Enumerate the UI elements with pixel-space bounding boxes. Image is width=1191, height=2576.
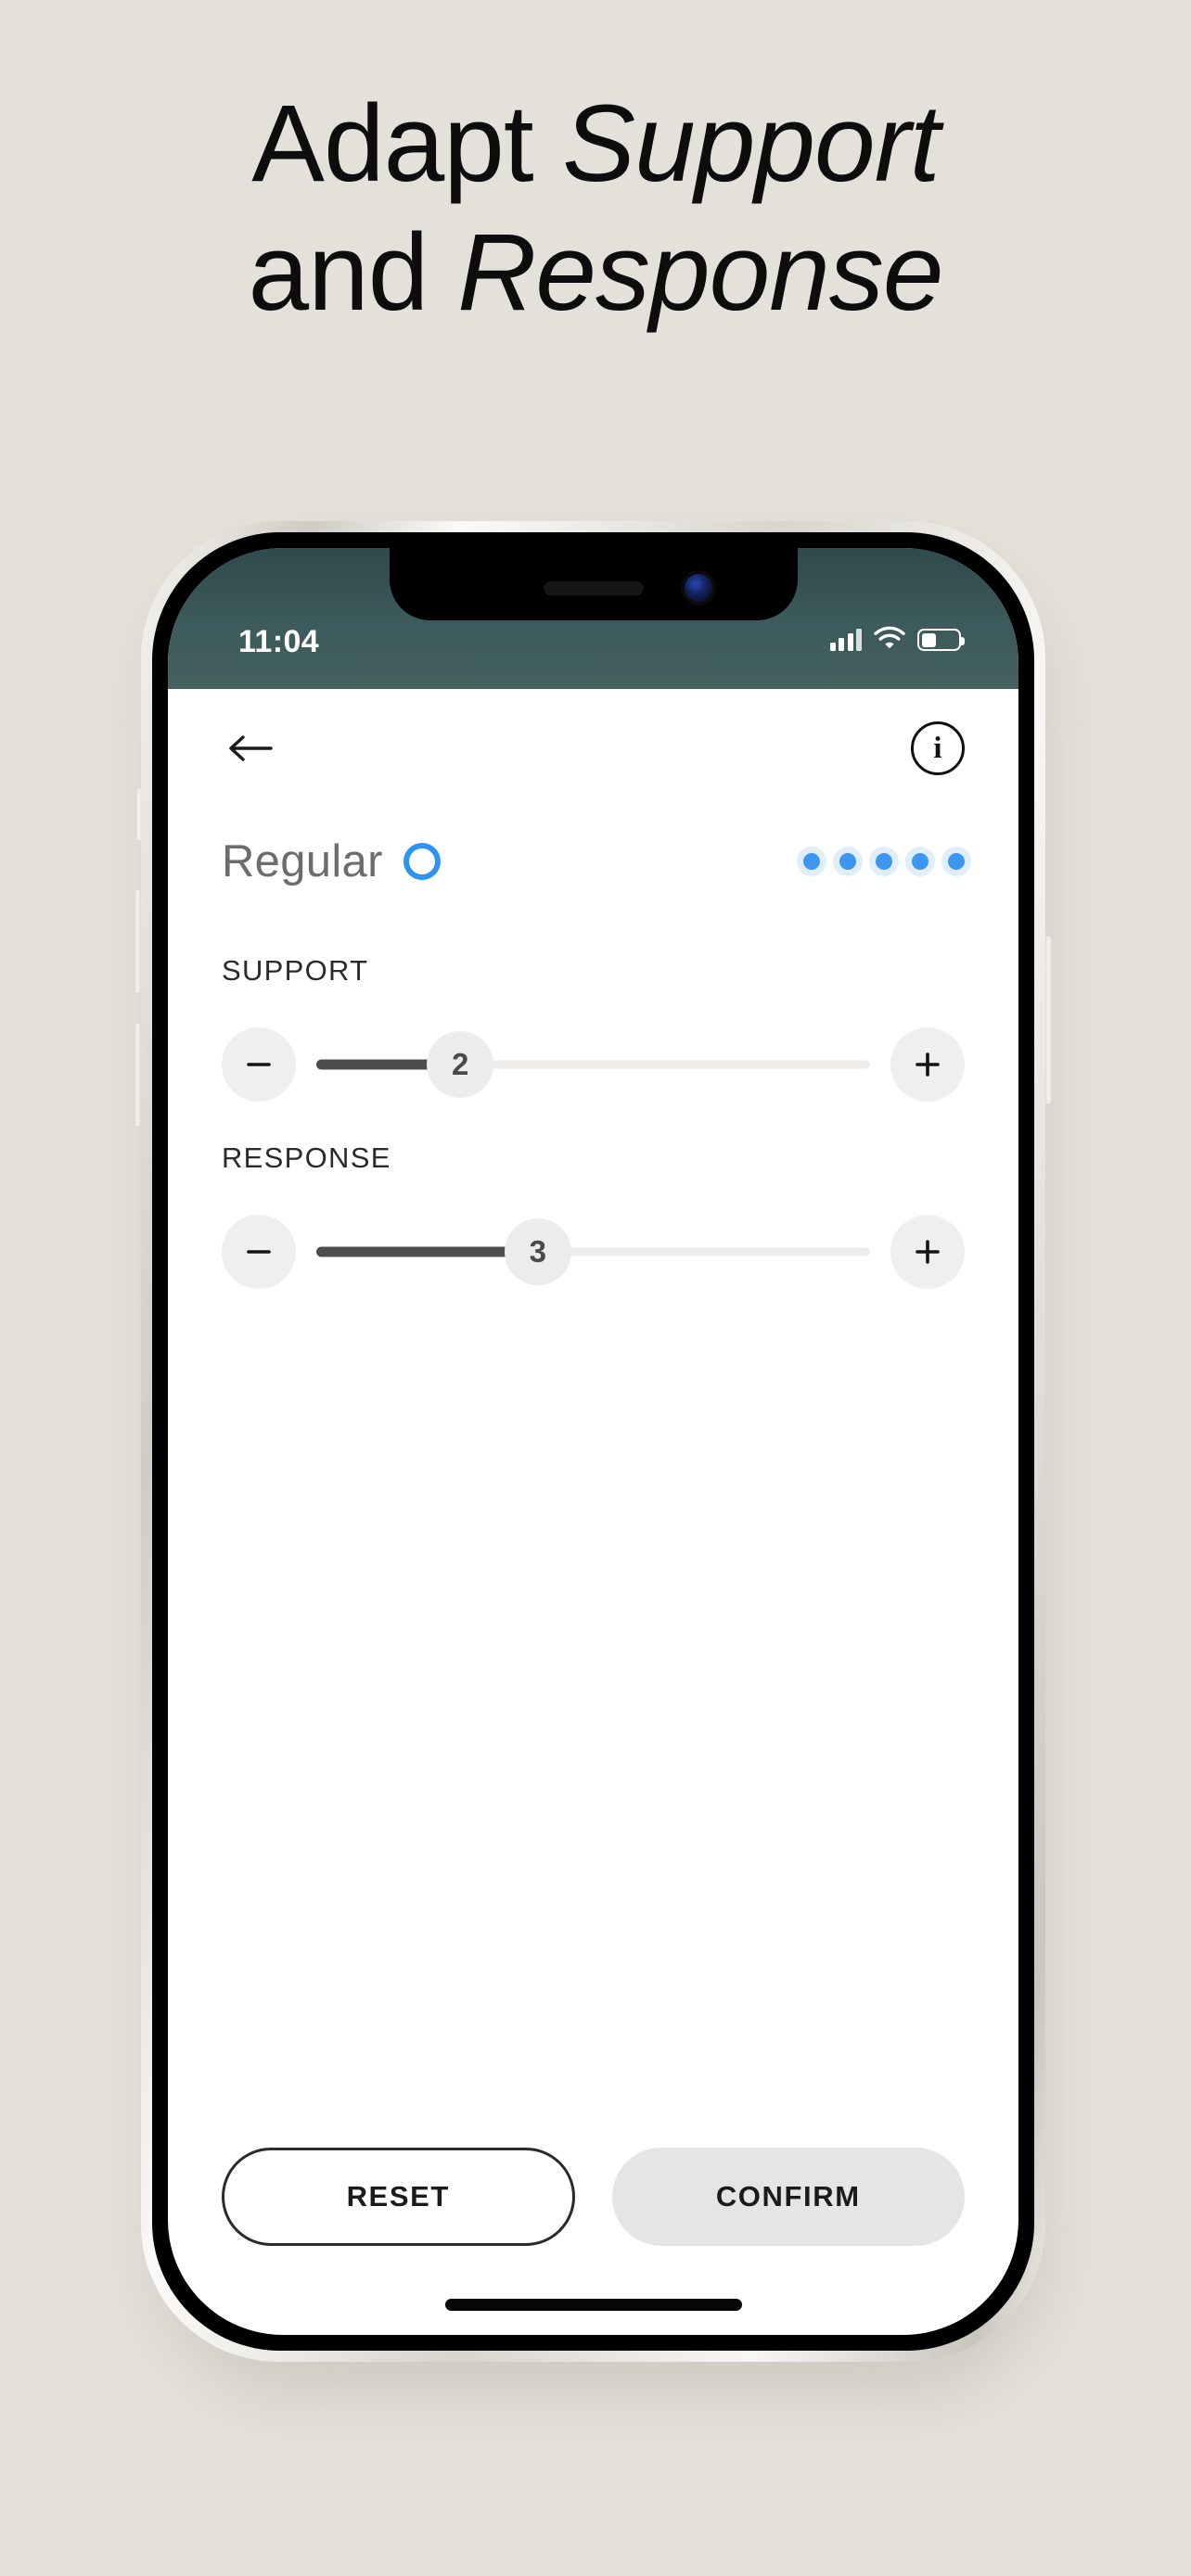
page-title-line-1: Adapt Support — [0, 80, 1191, 209]
response-slider-thumb[interactable]: 3 — [504, 1218, 571, 1285]
page-title: Adapt Support and Response — [0, 80, 1191, 338]
response-slider-row: 3 — [222, 1214, 965, 1290]
app-topbar: i — [222, 689, 965, 808]
support-slider-row: 2 — [222, 1027, 965, 1103]
info-icon-glyph: i — [933, 731, 942, 765]
confirm-button[interactable]: CONFIRM — [611, 2148, 965, 2246]
phone-bezel: 11:04 i Regular SUPPORT 2 RESPONSE 3 RES… — [152, 532, 1034, 2351]
battery-icon — [917, 629, 965, 651]
status-bar-indicators — [829, 626, 965, 654]
response-slider-value: 3 — [529, 1234, 546, 1269]
back-arrow-icon[interactable] — [222, 720, 279, 777]
support-increment-button[interactable] — [890, 1027, 965, 1102]
page-title-line-2-italic: Response — [457, 211, 943, 335]
wifi-icon — [874, 626, 905, 654]
page-title-line-2-regular: and — [248, 211, 458, 335]
response-label: RESPONSE — [222, 1141, 391, 1174]
level-dot — [839, 853, 856, 870]
page-title-line-1-italic: Support — [562, 83, 940, 205]
reset-button[interactable]: RESET — [222, 2148, 575, 2246]
phone-frame: 11:04 i Regular SUPPORT 2 RESPONSE 3 RES… — [141, 521, 1045, 2362]
response-slider-track-area[interactable]: 3 — [316, 1215, 870, 1289]
status-bar-time: 11:04 — [238, 624, 320, 659]
support-slider-track-area[interactable]: 2 — [316, 1027, 870, 1102]
earpiece-speaker-icon — [543, 581, 644, 595]
phone-notch — [389, 548, 798, 620]
support-label: SUPPORT — [222, 954, 369, 987]
mode-row: Regular — [222, 808, 965, 915]
phone-screen: 11:04 i Regular SUPPORT 2 RESPONSE 3 RES… — [168, 548, 1018, 2335]
info-icon[interactable]: i — [911, 721, 965, 775]
support-slider-thumb[interactable]: 2 — [427, 1031, 494, 1098]
app-footer: RESET CONFIRM — [222, 2148, 965, 2246]
mode-ring-icon — [403, 843, 441, 880]
cellular-bars-icon — [829, 629, 862, 651]
front-camera-icon — [684, 574, 712, 602]
mode-label: Regular — [222, 836, 383, 886]
level-dot — [803, 853, 820, 870]
page-title-line-1-regular: Adapt — [251, 83, 563, 205]
home-indicator[interactable] — [444, 2299, 742, 2311]
section-support: SUPPORT 2 — [222, 954, 965, 1103]
response-decrement-button[interactable] — [222, 1215, 296, 1289]
level-dot — [912, 853, 928, 870]
response-increment-button[interactable] — [890, 1215, 965, 1289]
page-title-line-2: and Response — [0, 209, 1191, 338]
app-content: i Regular SUPPORT 2 RESPONSE 3 — [168, 689, 1018, 1290]
status-bar: 11:04 — [168, 548, 1018, 689]
section-response: RESPONSE 3 — [222, 1141, 965, 1290]
level-dot — [948, 853, 965, 870]
support-decrement-button[interactable] — [222, 1027, 296, 1102]
level-dot — [876, 853, 892, 870]
mode-selector[interactable]: Regular — [222, 835, 441, 887]
support-slider-value: 2 — [452, 1047, 469, 1081]
level-dots-indicator — [803, 853, 965, 870]
